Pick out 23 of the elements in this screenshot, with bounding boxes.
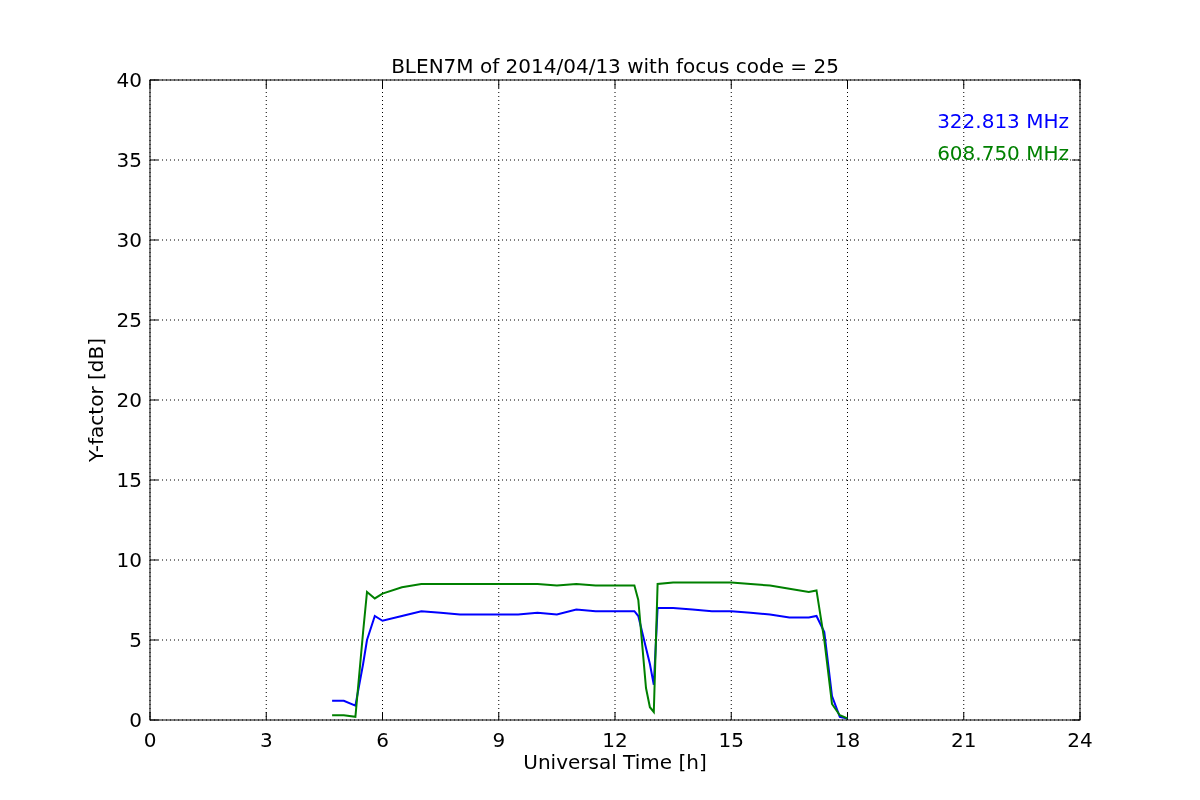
x-tick-label: 3	[259, 728, 273, 752]
y-tick-label: 10	[116, 548, 142, 572]
y-tick-label: 35	[116, 148, 142, 172]
x-tick-label: 12	[602, 728, 628, 752]
x-tick-label: 0	[143, 728, 157, 752]
legend-label: 322.813 MHz	[937, 109, 1069, 133]
x-tick-label: 6	[376, 728, 389, 752]
y-tick-label: 20	[116, 388, 142, 412]
y-tick-label: 15	[116, 468, 142, 492]
chart-title: BLEN7M of 2014/04/13 with focus code = 25	[391, 54, 839, 78]
legend-label: 608.750 MHz	[937, 141, 1069, 165]
x-tick-label: 24	[1067, 728, 1093, 752]
x-tick-label: 9	[492, 728, 506, 752]
x-tick-label: 18	[834, 728, 861, 752]
y-axis-label: Y-factor [dB]	[84, 338, 108, 462]
x-tick-label: 21	[951, 728, 977, 752]
x-axis-label: Universal Time [h]	[523, 750, 707, 774]
y-tick-label: 40	[116, 68, 142, 92]
y-tick-label: 25	[116, 308, 142, 332]
y-tick-label: 5	[129, 628, 142, 652]
y-tick-label: 30	[116, 228, 142, 252]
y-tick-label: 0	[129, 708, 142, 732]
x-tick-label: 15	[718, 728, 744, 752]
